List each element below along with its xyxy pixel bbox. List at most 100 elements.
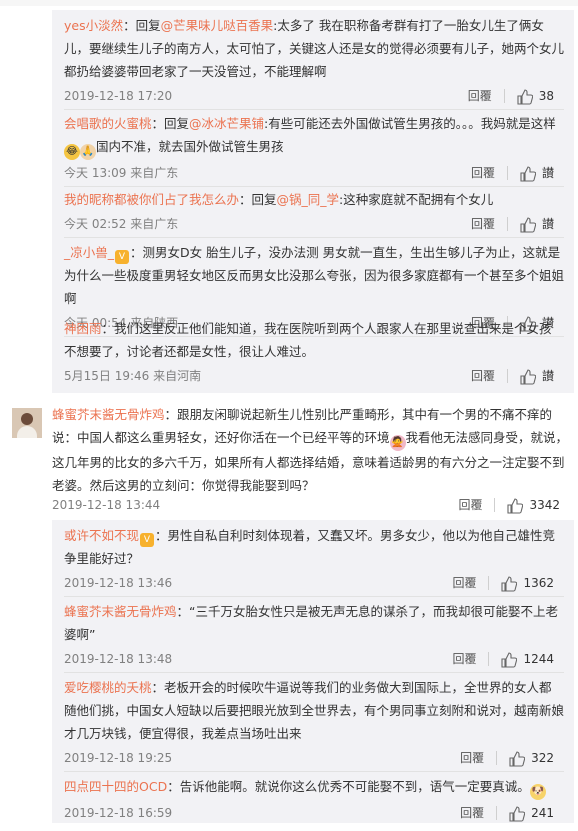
like-count: 241	[531, 806, 554, 820]
reply-username[interactable]: 爱吃樱桃的夭桃	[64, 680, 152, 695]
mention-link[interactable]: @芒果味儿哒百香果	[161, 18, 274, 33]
reply-meta: 2019-12-18 13:48 回覆 1244	[64, 646, 564, 672]
like-button[interactable]: 1362	[501, 570, 554, 596]
thumbs-up-icon	[520, 165, 536, 182]
like-button[interactable]: 讃	[520, 211, 554, 237]
reply-item: yes小淡然：回复@芒果味儿哒百香果:太多了 我在职称备考群有打了一胎女儿生了俩…	[52, 10, 574, 110]
reply-button[interactable]: 回覆	[452, 646, 476, 672]
comment-meta: 2019-12-18 13:44 回覆 3342	[52, 492, 570, 518]
reply-username[interactable]: 或许不如不现	[64, 528, 139, 543]
divider	[506, 166, 508, 180]
timestamp: 2019-12-18 19:25	[64, 751, 173, 765]
reply-list-top: yes小淡然：回复@芒果味儿哒百香果:太多了 我在职称备考群有打了一胎女儿生了俩…	[52, 10, 574, 393]
dog-emoji-icon: 🐶	[529, 784, 546, 800]
like-label: 讃	[541, 217, 554, 231]
thumbs-up-icon	[520, 216, 536, 233]
reply-body: _凉小兽_ V ：测男女D女 胎生儿子，没办法测 男女就一直生，生出生够儿子为止，这…	[64, 245, 565, 306]
thumbs-up-icon	[520, 368, 536, 385]
thumbs-up-icon	[509, 750, 526, 767]
like-count: 3342	[529, 498, 560, 512]
reply-button[interactable]: 回覆	[471, 160, 495, 186]
comment-body: 蜂蜜芥末酱无骨炸鸡：跟朋友闲聊说起新生儿性别比严重畸形，其中有一个男的不痛不痒的…	[52, 407, 569, 493]
reply-item: 爱吃樱桃的夭桃：老板开会的时候吹牛逼说等我们的业务做大到国际上，全世界的女人都随…	[52, 672, 574, 772]
main-comment: 蜂蜜芥末酱无骨炸鸡：跟朋友闲聊说起新生儿性别比严重畸形，其中有一个男的不痛不痒的…	[0, 400, 578, 518]
like-button[interactable]: 1244	[501, 646, 554, 672]
like-button[interactable]: 38	[517, 83, 554, 109]
reply-username[interactable]: _凉小兽_	[64, 245, 114, 260]
reply-username[interactable]: 蜂蜜芥末酱无骨炸鸡	[64, 604, 177, 619]
reply-meta: 2019-12-18 17:20 回覆 38	[64, 83, 564, 109]
reply-button[interactable]: 回覆	[471, 211, 495, 237]
timestamp: 5月15日 19:46 来自河南	[64, 369, 202, 383]
timestamp: 2019-12-18 13:46	[64, 576, 173, 590]
thumbs-up-icon	[501, 651, 518, 668]
divider	[494, 498, 496, 512]
timestamp: 今天 13:09 来自广东	[64, 166, 179, 180]
like-button[interactable]: 3342	[507, 492, 560, 518]
reply-body: 神困雨：我们这里反正他们能知道，我在医院听到两个人跟家人在那里说查出来是个女孩不…	[64, 321, 552, 359]
reply-item: 会唱歌的火蜜桃：回复@冰冰芒果铺:有些可能还去外国做试管生男孩的。。。我妈就是这…	[52, 108, 574, 187]
timestamp: 2019-12-18 13:48	[64, 652, 173, 666]
reply-username[interactable]: 我的昵称都被你们占了我怎么办	[64, 192, 239, 207]
reply-button[interactable]: 回覆	[460, 745, 484, 771]
reply-item: 蜂蜜芥末酱无骨炸鸡：“三千万女胎女性只是被无声无息的谋杀了，而我却很可能娶不上老…	[52, 596, 574, 673]
thumbs-up-icon	[517, 88, 533, 105]
reply-body: yes小淡然：回复@芒果味儿哒百香果:太多了 我在职称备考群有打了一胎女儿生了俩…	[64, 18, 565, 79]
like-count: 1244	[523, 652, 554, 666]
avatar[interactable]	[12, 408, 42, 438]
reply-body: 爱吃樱桃的夭桃：老板开会的时候吹牛逼说等我们的业务做大到国际上，全世界的女人都随…	[64, 680, 565, 741]
reply-username[interactable]: 四点四十四的OCD	[64, 779, 167, 794]
like-label: 讃	[541, 369, 554, 383]
divider	[506, 217, 508, 231]
divider	[506, 369, 508, 383]
reply-item: 神困雨：我们这里反正他们能知道，我在医院听到两个人跟家人在那里说查出来是个女孩不…	[52, 313, 574, 389]
like-label: 讃	[541, 166, 554, 180]
like-button[interactable]: 241	[509, 800, 554, 826]
reply-meta: 今天 02:52 来自广东 回覆 讃	[64, 211, 564, 237]
thumbs-up-icon	[509, 805, 526, 822]
like-count: 38	[538, 89, 554, 103]
divider	[488, 576, 490, 590]
reply-username[interactable]: yes小淡然	[64, 18, 123, 33]
mention-link[interactable]: @锅_同_学	[277, 192, 340, 207]
reply-item: _凉小兽_ V ：测男女D女 胎生儿子，没办法测 男女就一直生，生出生够儿子为止，这…	[52, 237, 574, 337]
reply-username[interactable]: 神困雨	[64, 321, 102, 336]
divider	[496, 806, 498, 820]
reply-body: 四点四十四的OCD：告诉他能啊。就说你这么优秀不可能娶不到，语气一定要真诚。 🐶	[64, 775, 564, 800]
reply-button[interactable]: 回覆	[460, 800, 484, 826]
thumbs-up-icon	[501, 575, 518, 592]
like-count: 322	[531, 751, 554, 765]
vip-badge-icon: V	[140, 533, 155, 547]
laughing-emoji-icon: 😂	[64, 144, 80, 160]
top-divider	[0, 0, 578, 6]
reply-meta: 2019-12-18 16:59 回覆 241	[64, 800, 564, 826]
reply-button[interactable]: 回覆	[468, 83, 492, 109]
timestamp: 2019-12-18 13:44	[52, 498, 161, 512]
vip-badge-icon: V	[115, 250, 130, 264]
like-button[interactable]: 322	[509, 745, 554, 771]
divider	[488, 652, 490, 666]
like-button[interactable]: 讃	[520, 160, 554, 186]
reply-list-bottom: 或许不如不现 V ：男性自私自利时刻体现着，又蠢又坏。男多女少，他以为他自己雄性竞争…	[52, 520, 574, 823]
mention-link[interactable]: @冰冰芒果铺	[189, 116, 264, 131]
reply-item: 或许不如不现 V ：男性自私自利时刻体现着，又蠢又坏。男多女少，他以为他自己雄性竞争…	[52, 520, 574, 597]
reply-body: 蜂蜜芥末酱无骨炸鸡：“三千万女胎女性只是被无声无息的谋杀了，而我却很可能娶不上老…	[64, 604, 558, 642]
like-button[interactable]: 讃	[520, 363, 554, 389]
reply-item: 四点四十四的OCD：告诉他能啊。就说你这么优秀不可能娶不到，语气一定要真诚。 🐶 …	[52, 771, 574, 831]
reply-button[interactable]: 回覆	[471, 363, 495, 389]
thumbs-up-icon	[507, 497, 524, 514]
reply-body: 会唱歌的火蜜桃：回复@冰冰芒果铺:有些可能还去外国做试管生男孩的。。。我妈就是这…	[64, 112, 564, 160]
praying-hands-icon: 🙏	[80, 144, 96, 160]
reply-button[interactable]: 回覆	[458, 492, 482, 518]
like-count: 1362	[523, 576, 554, 590]
reply-body: 或许不如不现 V ：男性自私自利时刻体现着，又蠢又坏。男多女少，他以为他自己雄性竞争…	[64, 528, 556, 566]
reply-meta: 今天 13:09 来自广东 回覆 讃	[64, 160, 564, 186]
comment-username[interactable]: 蜂蜜芥末酱无骨炸鸡	[52, 407, 165, 422]
reply-button[interactable]: 回覆	[452, 570, 476, 596]
reply-username[interactable]: 会唱歌的火蜜桃	[64, 116, 152, 131]
reply-meta: 2019-12-18 13:46 回覆 1362	[64, 570, 564, 596]
divider	[503, 89, 505, 103]
reply-meta: 2019-12-18 19:25 回覆 322	[64, 745, 564, 771]
reply-body: 我的昵称都被你们占了我怎么办：回复@锅_同_学:这种家庭就不配拥有个女儿	[64, 192, 494, 207]
reply-meta: 5月15日 19:46 来自河南 回覆 讃	[64, 363, 564, 389]
